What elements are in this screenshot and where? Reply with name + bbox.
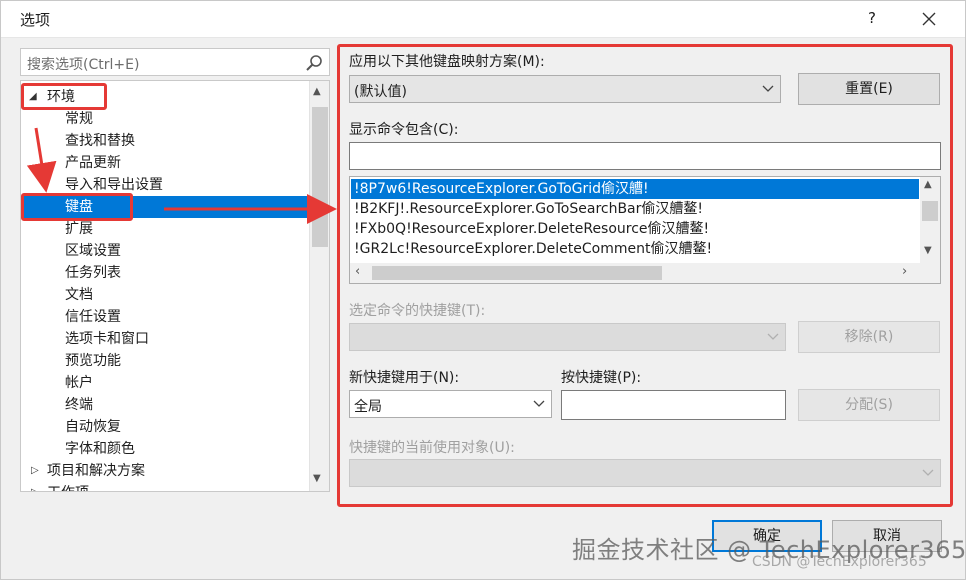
remove-button[interactable]: 移除(R) [798,321,940,353]
mapping-scheme-value: (默认值) [354,84,407,100]
show-commands-input[interactable] [349,142,941,170]
scroll-left-icon[interactable]: ‹ [355,264,360,279]
command-item[interactable]: !8P7w6!ResourceExplorer.GoToGrid偷汉艚! [351,179,919,199]
scroll-down-icon[interactable]: ▼ [924,245,932,256]
mapping-scheme-label: 应用以下其他键盘映射方案(M): [349,54,545,70]
command-item[interactable]: !GR2Lc!ResourceExplorer.DeleteComment偷汉艚… [351,239,919,259]
chevron-down-icon [533,400,545,407]
watermark-secondary: CSDN @TechExplorer365 [752,554,927,570]
new-shortcut-in-dropdown[interactable]: 全局 [349,390,552,418]
new-shortcut-in-label: 新快捷键用于(N): [349,370,460,386]
scroll-thumb[interactable] [372,266,662,280]
selected-command-shortcut-label: 选定命令的快捷键(T): [349,303,486,319]
arrow-down-icon [26,127,57,193]
commands-list[interactable]: !8P7w6!ResourceExplorer.GoToGrid偷汉艚! !B2… [349,176,941,284]
selected-command-shortcut-dropdown [349,323,786,351]
press-shortcut-label: 按快捷键(P): [561,370,642,386]
new-shortcut-in-value: 全局 [354,399,382,415]
press-shortcut-input[interactable] [561,390,786,420]
currently-used-by-dropdown [349,459,941,487]
chevron-down-icon [922,469,934,476]
commands-horizontal-scrollbar[interactable]: ‹ › [350,263,940,283]
command-item[interactable]: !B2KFJ!.ResourceExplorer.GoToSearchBar偷汉… [351,199,919,219]
mapping-scheme-dropdown[interactable]: (默认值) [349,75,781,103]
chevron-down-icon [767,333,779,340]
assign-button[interactable]: 分配(S) [798,389,940,421]
reset-button[interactable]: 重置(E) [798,73,940,105]
command-item[interactable]: !FXb0Q!ResourceExplorer.DeleteResource偷汉… [351,219,919,239]
show-commands-label: 显示命令包含(C): [349,122,459,138]
scroll-thumb[interactable] [922,201,938,221]
scroll-up-icon[interactable]: ▲ [924,179,932,190]
commands-vertical-scrollbar[interactable]: ▲ ▼ [920,177,940,263]
currently-used-by-label: 快捷键的当前使用对象(U): [349,440,515,456]
chevron-down-icon [762,85,774,92]
scroll-right-icon[interactable]: › [902,264,907,279]
